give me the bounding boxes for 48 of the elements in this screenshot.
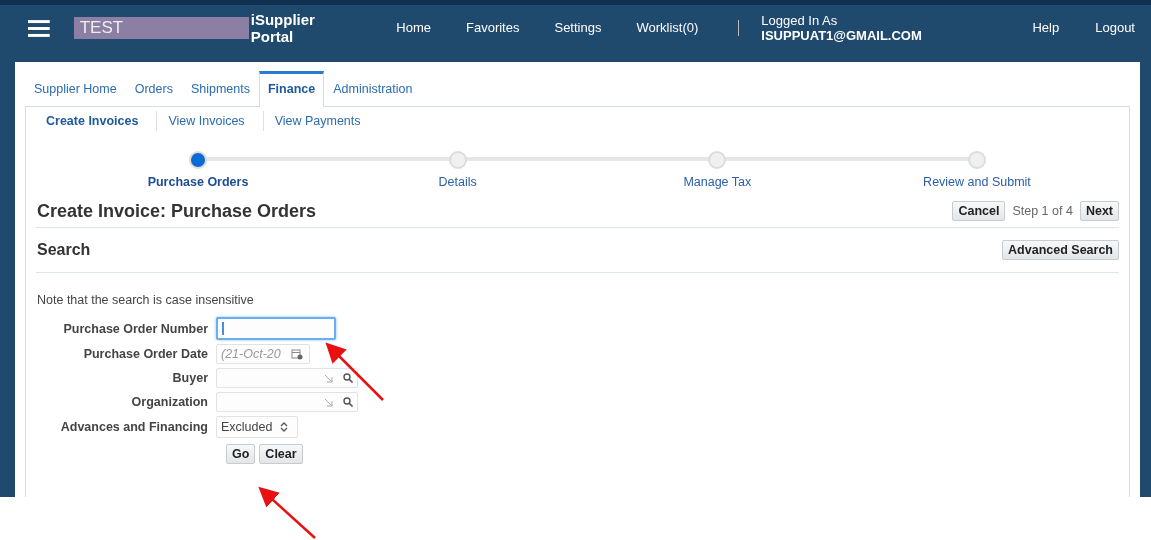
menu-icon[interactable] bbox=[28, 18, 50, 37]
form-button[interactable]: Clear bbox=[259, 444, 303, 464]
lookup-field[interactable] bbox=[216, 368, 358, 388]
header-link[interactable]: Help bbox=[1032, 20, 1060, 35]
tab[interactable]: Shipments bbox=[181, 73, 259, 106]
field-label: Purchase Order Date bbox=[82, 347, 208, 361]
step-label: Review and Submit bbox=[923, 175, 1031, 189]
tab[interactable]: Supplier Home bbox=[25, 73, 126, 106]
subtab-link[interactable]: View Invoices bbox=[168, 114, 245, 128]
subtab-link[interactable]: Create Invoices bbox=[46, 114, 139, 128]
search-note: Note that the search is case insensitive bbox=[37, 293, 255, 307]
app-title: iSupplier Portal bbox=[250, 10, 316, 45]
annotation-arrow bbox=[325, 342, 384, 401]
field-label: Purchase Order Number bbox=[62, 321, 208, 336]
step-label: Manage Tax bbox=[683, 175, 752, 189]
cancel-button[interactable]: Cancel bbox=[952, 201, 1006, 221]
nav-link[interactable]: Worklist(0) bbox=[636, 20, 699, 35]
advanced-search-button[interactable]: Advanced Search bbox=[1002, 240, 1119, 260]
nav-link[interactable]: Favorites bbox=[466, 20, 520, 35]
tab[interactable]: Administration bbox=[324, 73, 422, 106]
nav-link[interactable]: Home bbox=[396, 20, 431, 35]
next-button[interactable]: Next bbox=[1079, 201, 1119, 221]
annotation-arrow bbox=[258, 486, 316, 539]
field-label: Organization bbox=[130, 395, 208, 409]
resize-arrow-icon bbox=[324, 373, 333, 383]
tab[interactable]: Finance bbox=[258, 71, 325, 107]
resize-arrow-icon bbox=[324, 397, 333, 407]
page-title: Create Invoice: Purchase Orders bbox=[37, 200, 317, 222]
step-indicator: Step 1 of 4 bbox=[1012, 204, 1073, 218]
form-button[interactable]: Go bbox=[226, 444, 256, 464]
step-label: Purchase Orders bbox=[147, 175, 249, 189]
input-field[interactable] bbox=[216, 317, 336, 340]
field-label: Advances and Financing bbox=[59, 420, 208, 434]
step-label: Details bbox=[438, 175, 477, 189]
brand-box: TEST bbox=[73, 16, 249, 39]
section-title: Search bbox=[37, 241, 91, 259]
lookup-field[interactable] bbox=[216, 392, 358, 412]
tab[interactable]: Orders bbox=[125, 73, 182, 106]
search-icon[interactable] bbox=[343, 397, 353, 407]
nav-link[interactable]: Settings bbox=[554, 20, 602, 35]
select-field[interactable]: Excluded bbox=[216, 416, 298, 438]
header-link[interactable]: Logout bbox=[1095, 20, 1135, 35]
calendar-icon[interactable] bbox=[291, 348, 303, 360]
updown-icon bbox=[280, 422, 289, 432]
logged-in-label: Logged In As ISUPPUAT1@GMAIL.COM bbox=[761, 12, 923, 43]
field-label: Buyer bbox=[171, 371, 208, 385]
search-icon[interactable] bbox=[343, 373, 353, 383]
subtab-link[interactable]: View Payments bbox=[274, 114, 361, 128]
